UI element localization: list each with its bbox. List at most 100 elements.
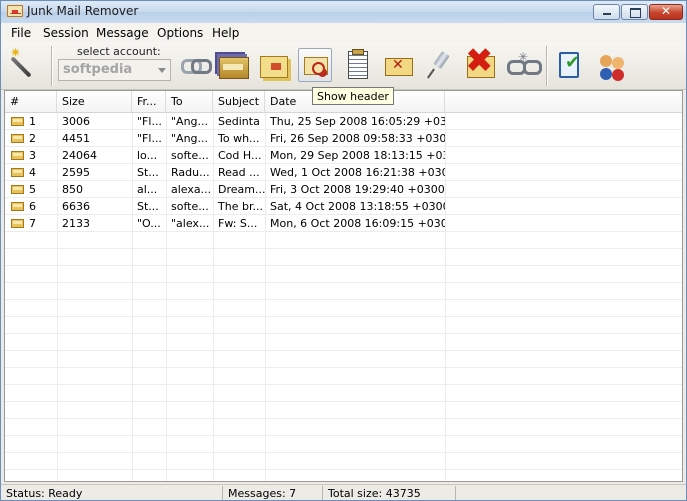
message-from-cell: lo... [137, 149, 158, 162]
message-to-cell: alexa... [171, 183, 212, 196]
envelope-icon [11, 185, 24, 194]
column-header-number[interactable]: # [5, 91, 57, 112]
messages-count: Messages: 7 [223, 486, 323, 500]
message-number-cell: 5 [5, 181, 57, 198]
message-subject-cell: Fw: S... [218, 217, 258, 230]
message-number: 4 [29, 166, 36, 179]
envelope-delete-icon[interactable] [381, 48, 415, 82]
title-bar[interactable]: Junk Mail Remover ✕ [1, 1, 686, 23]
message-to-cell: "Ang... [171, 115, 209, 128]
column-header-size[interactable]: Size [57, 91, 132, 112]
table-row[interactable]: 2 4451 "Fl... "Ang... To wh... Fri, 26 Sep 20… [5, 130, 682, 147]
toolbar-separator [51, 46, 53, 86]
message-number-cell: 4 [5, 164, 57, 181]
message-number-cell: 6 [5, 198, 57, 215]
menu-session[interactable]: Session [43, 26, 89, 40]
message-to-cell: "alex... [171, 217, 210, 230]
account-select[interactable]: softpedia [58, 59, 171, 81]
status-text: Status: Ready [1, 486, 223, 500]
message-from-cell: "Fl... [137, 132, 162, 145]
list-body: 1 3006 "Fl... "Ang... Sedinta Thu, 25 Sep 200… [5, 113, 682, 481]
envelope-icon [11, 219, 24, 228]
window-title: Junk Mail Remover [27, 4, 139, 18]
message-subject-cell: To wh... [218, 132, 260, 145]
message-subject-cell: Dream... [218, 183, 265, 196]
message-subject-cell: Sedinta [218, 115, 260, 128]
message-to-cell: "Ang... [171, 132, 209, 145]
envelope-icon [11, 202, 24, 211]
pin-icon[interactable] [422, 48, 456, 82]
envelope-icon [11, 117, 24, 126]
message-size-cell: 4451 [62, 132, 90, 145]
message-number-cell: 7 [5, 215, 57, 232]
message-date-cell: Fri, 26 Sep 2008 09:58:33 +0300 [270, 132, 445, 145]
toolbar-separator [546, 46, 548, 86]
table-row[interactable]: 5 850 al... alexa... Dream... Fri, 3 Oct 2008… [5, 181, 682, 198]
message-date-cell: Wed, 1 Oct 2008 16:21:38 +0300 [270, 166, 445, 179]
status-bar: Status: Ready Messages: 7 Total size: 43… [1, 484, 686, 500]
total-size: Total size: 43735 [323, 486, 456, 500]
table-row[interactable]: 3 24064 lo... softe... Cod H... Mon, 29 Sep 2… [5, 147, 682, 164]
message-size-cell: 2133 [62, 217, 90, 230]
connect-link-icon[interactable] [177, 48, 212, 82]
envelope-search-icon[interactable] [298, 48, 332, 82]
message-subject-cell: Read ... [218, 166, 260, 179]
message-size-cell: 24064 [62, 149, 97, 162]
message-list[interactable]: # Size Fr... To Subject Date 1 3006 "Fl...… [4, 90, 683, 482]
spark-icon: ✳ [518, 50, 529, 64]
checklist-icon[interactable] [554, 48, 588, 82]
table-row[interactable]: 7 2133 "O... "alex... Fw: S... Mon, 6 Oct 200… [5, 215, 682, 232]
message-size-cell: 6636 [62, 200, 90, 213]
no-delete-icon[interactable] [463, 44, 497, 82]
table-row[interactable]: 4 2595 St... Radu... Read ... Wed, 1 Oct 2008… [5, 164, 682, 181]
disconnect-icon[interactable]: ✳ [504, 48, 542, 82]
envelope-icon [11, 151, 24, 160]
menu-file[interactable]: File [11, 26, 31, 40]
close-icon: ✕ [660, 4, 672, 18]
message-size-cell: 3006 [62, 115, 90, 128]
magic-wand-icon[interactable] [9, 46, 43, 82]
app-envelope-icon [7, 5, 23, 17]
message-size-cell: 850 [62, 183, 83, 196]
column-header-from[interactable]: Fr... [132, 91, 166, 112]
message-to-cell: softe... [171, 200, 209, 213]
chevron-down-icon[interactable] [158, 68, 166, 73]
message-number: 7 [29, 217, 36, 230]
menu-options[interactable]: Options [157, 26, 203, 40]
maximize-button[interactable] [621, 4, 648, 20]
account-label: select account: [77, 45, 161, 58]
column-header-subject[interactable]: Subject [213, 91, 265, 112]
menu-message[interactable]: Message [96, 26, 149, 40]
column-header-to[interactable]: To [166, 91, 213, 112]
message-number: 3 [29, 149, 36, 162]
account-value: softpedia [63, 62, 133, 77]
message-number: 5 [29, 183, 36, 196]
show-header-tooltip: Show header [312, 87, 394, 105]
menu-help[interactable]: Help [212, 26, 239, 40]
message-to-cell: softe... [171, 149, 209, 162]
grid-line [445, 113, 446, 481]
message-cards-icon[interactable] [257, 48, 291, 82]
message-to-cell: Radu... [171, 166, 210, 179]
message-date-cell: Sat, 4 Oct 2008 13:18:55 +0300 [270, 200, 445, 213]
document-icon[interactable] [340, 48, 374, 82]
message-stack-icon[interactable] [216, 48, 250, 82]
grid-line [166, 113, 167, 481]
message-size-cell: 2595 [62, 166, 90, 179]
table-row[interactable]: 6 6636 St... softe... The br... Sat, 4 Oct 20… [5, 198, 682, 215]
message-from-cell: al... [137, 183, 158, 196]
close-button[interactable]: ✕ [649, 4, 683, 20]
minimize-button[interactable] [593, 4, 620, 20]
message-from-cell: St... [137, 200, 159, 213]
toolbar: select account: softpedia ✳ [1, 42, 686, 90]
message-from-cell: St... [137, 166, 159, 179]
message-subject-cell: The br... [218, 200, 263, 213]
message-number: 2 [29, 132, 36, 145]
message-date-cell: Thu, 25 Sep 2008 16:05:29 +0300 [270, 115, 445, 128]
table-row[interactable]: 1 3006 "Fl... "Ang... Sedinta Thu, 25 Sep 200… [5, 113, 682, 130]
users-icon[interactable] [596, 48, 630, 82]
message-date-cell: Mon, 29 Sep 2008 18:13:15 +0300 [270, 149, 445, 162]
grid-line [265, 113, 266, 481]
message-number-cell: 2 [5, 130, 57, 147]
grid-line [213, 113, 214, 481]
